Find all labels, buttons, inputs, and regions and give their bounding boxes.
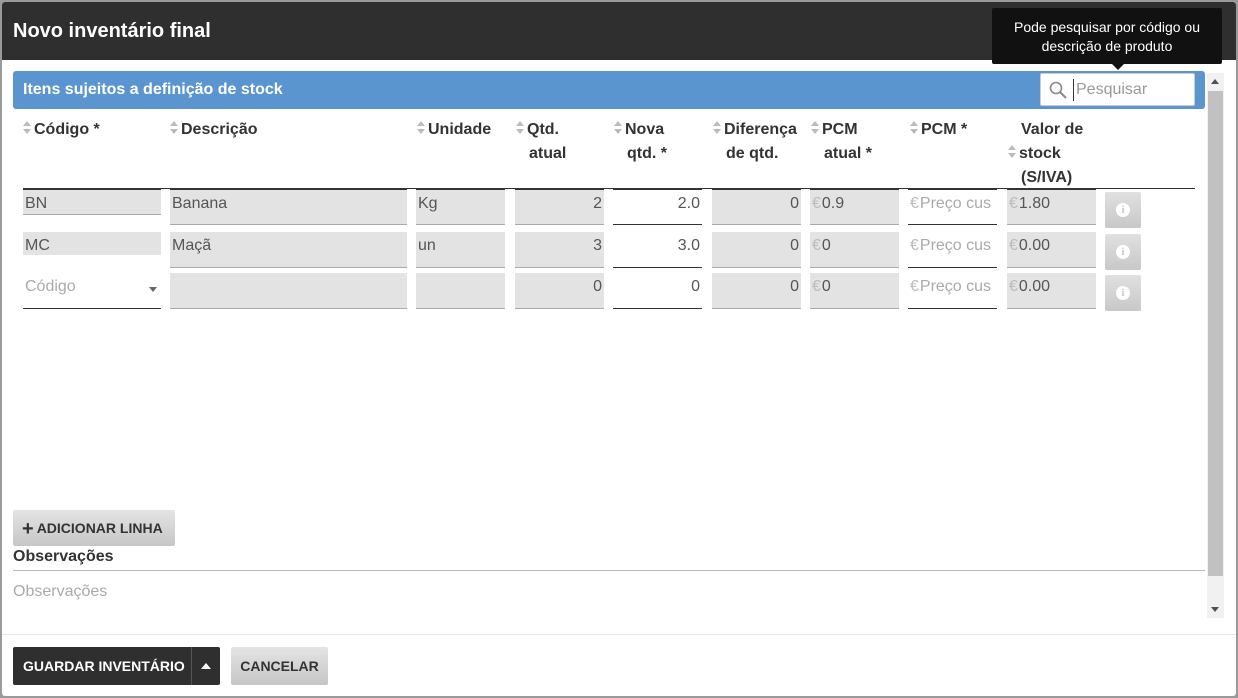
cell-descricao: Maçã [170,232,407,268]
cell-diferenca: 0 [712,232,801,268]
chevron-down-icon [149,287,157,292]
col-header-diferenca[interactable]: Diferença de qtd. [713,118,797,166]
col-header-descricao[interactable]: Descrição [170,118,258,142]
sort-icon [713,121,722,135]
cell-qtd-atual: 3 [515,232,604,268]
sort-icon [910,121,919,135]
section-header: Itens sujeitos a definição de stock [13,71,1205,109]
cell-nova-qtd[interactable]: 0 [613,273,702,309]
section-title: Itens sujeitos a definição de stock [23,81,283,98]
cell-valor-stock: €0.00 [1007,232,1096,268]
col-header-qtd-atual[interactable]: Qtd. atual [516,118,566,166]
cell-valor-stock: €0.00 [1007,273,1096,309]
euro-icon: € [910,278,919,295]
observacoes-input[interactable] [13,580,1193,604]
search-tooltip: Pode pesquisar por código ou descrição d… [992,8,1222,70]
euro-icon: € [1009,237,1018,254]
info-button[interactable]: i [1105,234,1141,270]
sort-icon [417,121,426,135]
col-header-pcm[interactable]: PCM * [910,118,967,142]
euro-icon: € [812,278,821,295]
scroll-thumb[interactable] [1208,91,1223,576]
info-button[interactable]: i [1105,275,1141,311]
cell-codigo[interactable]: MC [23,232,161,255]
cell-diferenca: 0 [712,273,801,309]
cell-unidade: un [416,232,505,268]
cell-pcm-atual: €0 [810,232,899,268]
info-button[interactable]: i [1105,192,1141,228]
cell-nova-qtd[interactable]: 2.0 [613,189,702,225]
codigo-select[interactable]: Código [23,273,161,309]
observacoes-label: Observações [13,548,114,565]
search-input[interactable] [1073,79,1188,101]
sort-icon [23,121,32,135]
cell-unidade [416,273,505,309]
col-header-unidade[interactable]: Unidade [417,118,491,142]
observacoes-divider [13,570,1205,571]
inventory-dialog: Novo inventário final Pode pesquisar por… [2,2,1236,696]
sort-icon [614,121,623,135]
sort-icon [170,121,179,135]
dialog-footer: GUARDAR INVENTÁRIO CANCELAR [2,634,1236,696]
cell-descricao: Banana [170,189,407,225]
scroll-down-arrow-icon[interactable] [1211,607,1219,612]
caret-up-icon[interactable] [201,663,211,669]
scrollbar[interactable] [1207,73,1224,618]
sort-icon [811,121,820,135]
euro-icon: € [910,237,919,254]
search-box[interactable] [1040,73,1195,106]
cell-codigo[interactable]: BN [23,189,161,215]
cell-pcm[interactable]: €Preço cus [908,273,997,309]
cell-pcm-atual: €0.9 [810,189,899,225]
info-icon: i [1116,245,1130,259]
col-header-pcm-atual[interactable]: PCM atual * [811,118,872,166]
cell-unidade: Kg [416,189,505,225]
cancel-button[interactable]: CANCELAR [231,647,328,685]
cell-pcm-atual: €0 [810,273,899,309]
euro-icon: € [812,237,821,254]
col-header-codigo[interactable]: Código * [23,118,100,142]
sort-icon [1008,145,1017,159]
search-icon [1049,81,1067,99]
euro-icon: € [812,195,821,212]
col-header-nova-qtd[interactable]: Nova qtd. * [614,118,667,166]
info-icon: i [1116,286,1130,300]
cell-pcm[interactable]: €Preço cus [908,232,997,268]
col-header-valor-stock[interactable]: Valor de stock (S/IVA) [1008,118,1083,190]
cell-valor-stock: €1.80 [1007,189,1096,225]
cell-qtd-atual: 2 [515,189,604,225]
plus-icon: + [22,518,34,540]
cell-pcm[interactable]: €Preço cus [908,189,997,225]
sort-icon [516,121,525,135]
info-icon: i [1116,203,1130,217]
cell-diferenca: 0 [712,189,801,225]
scroll-up-arrow-icon[interactable] [1211,79,1219,84]
cell-qtd-atual: 0 [515,273,604,309]
euro-icon: € [910,195,919,212]
dialog-content: Itens sujeitos a definição de stock Códi… [2,60,1236,634]
save-inventory-button[interactable]: GUARDAR INVENTÁRIO [13,647,220,685]
euro-icon: € [1009,278,1018,295]
cell-descricao [170,273,407,309]
euro-icon: € [1009,195,1018,212]
split-divider [191,647,192,685]
add-line-button[interactable]: + ADICIONAR LINHA [13,510,175,546]
dialog-title: Novo inventário final [13,19,211,42]
save-inventory-label: GUARDAR INVENTÁRIO [23,658,185,674]
cell-nova-qtd[interactable]: 3.0 [613,232,702,268]
